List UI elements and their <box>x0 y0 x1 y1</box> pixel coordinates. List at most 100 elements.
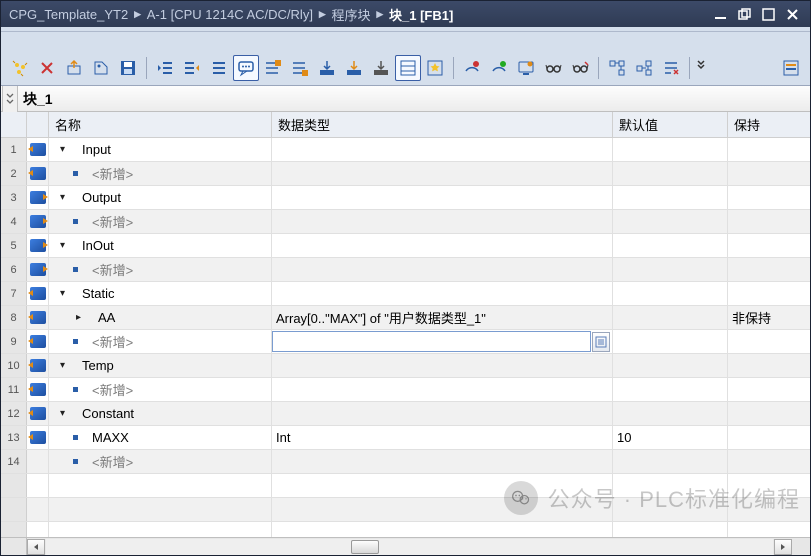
breadcrumb-item[interactable]: A-1 [CPU 1214C AC/DC/Rly] <box>147 7 313 22</box>
tool-dependency-icon[interactable] <box>631 55 657 81</box>
default-cell[interactable] <box>613 234 728 257</box>
tool-monitor-icon[interactable] <box>513 55 539 81</box>
tool-insert-row-b-icon[interactable] <box>287 55 313 81</box>
default-cell[interactable] <box>613 450 728 473</box>
name-cell[interactable]: MAXX <box>49 426 272 449</box>
horizontal-scrollbar[interactable] <box>1 537 810 555</box>
retain-cell[interactable] <box>728 378 810 401</box>
row-number[interactable]: 13 <box>1 426 27 449</box>
tool-favorite-icon[interactable] <box>422 55 448 81</box>
row-number[interactable]: 7 <box>1 282 27 305</box>
table-row[interactable]: 11 <新增> <box>1 378 810 402</box>
table-row[interactable]: 1 ▾Input <box>1 138 810 162</box>
default-cell[interactable] <box>613 186 728 209</box>
datatype-cell[interactable] <box>272 378 613 401</box>
tool-go-online-icon[interactable] <box>459 55 485 81</box>
retain-cell[interactable] <box>728 186 810 209</box>
default-cell[interactable] <box>613 402 728 425</box>
col-datatype[interactable]: 数据类型 <box>272 112 613 137</box>
row-number[interactable]: 1 <box>1 138 27 161</box>
datatype-input[interactable] <box>272 331 591 352</box>
tool-view-list-icon[interactable] <box>395 55 421 81</box>
tool-properties-icon[interactable] <box>778 55 804 81</box>
name-cell[interactable]: ▸AA <box>49 306 272 329</box>
table-row[interactable]: 5 ▾InOut <box>1 234 810 258</box>
retain-cell[interactable] <box>728 210 810 233</box>
name-cell[interactable]: ▾Input <box>49 138 272 161</box>
default-cell[interactable] <box>613 258 728 281</box>
chevron-down-icon[interactable]: ▾ <box>57 240 68 251</box>
tool-indent-icon[interactable] <box>179 55 205 81</box>
datatype-cell[interactable] <box>272 234 613 257</box>
default-cell[interactable] <box>613 378 728 401</box>
default-cell[interactable] <box>613 210 728 233</box>
name-cell[interactable]: ▾InOut <box>49 234 272 257</box>
name-cell[interactable]: <新增> <box>49 378 272 401</box>
name-cell[interactable]: ▾Temp <box>49 354 272 377</box>
row-number[interactable]: 3 <box>1 186 27 209</box>
datatype-dropdown-button[interactable] <box>592 332 610 352</box>
table-row[interactable]: 13 MAXXInt10 <box>1 426 810 450</box>
retain-cell[interactable] <box>728 354 810 377</box>
col-name[interactable]: 名称 <box>49 112 272 137</box>
minimize-button[interactable] <box>708 4 732 24</box>
scroll-thumb[interactable] <box>351 540 379 554</box>
default-cell[interactable] <box>613 330 728 353</box>
default-cell[interactable] <box>613 282 728 305</box>
datatype-cell[interactable]: Int <box>272 426 613 449</box>
tool-download-b-icon[interactable] <box>341 55 367 81</box>
tool-overflow-icon[interactable] <box>695 55 707 81</box>
chevron-right-icon[interactable]: ▸ <box>73 312 84 323</box>
col-default[interactable]: 默认值 <box>613 112 728 137</box>
tool-insert-row-a-icon[interactable] <box>260 55 286 81</box>
chevron-down-icon[interactable]: ▾ <box>57 144 68 155</box>
datatype-cell[interactable] <box>272 138 613 161</box>
tool-download-a-icon[interactable] <box>314 55 340 81</box>
row-number[interactable]: 8 <box>1 306 27 329</box>
datatype-cell[interactable] <box>272 258 613 281</box>
table-row[interactable]: 8▸AAArray[0.."MAX"] of "用户数据类型_1"非保持 <box>1 306 810 330</box>
expand-handle-icon[interactable] <box>2 86 18 112</box>
datatype-cell[interactable] <box>272 402 613 425</box>
datatype-cell[interactable] <box>272 210 613 233</box>
col-retain[interactable]: 保持 <box>728 112 810 137</box>
row-number[interactable]: 6 <box>1 258 27 281</box>
row-number[interactable]: 4 <box>1 210 27 233</box>
table-row[interactable]: 3 ▾Output <box>1 186 810 210</box>
tool-tag-icon[interactable] <box>88 55 114 81</box>
name-cell[interactable]: <新增> <box>49 162 272 185</box>
row-number[interactable]: 5 <box>1 234 27 257</box>
default-cell[interactable] <box>613 306 728 329</box>
tool-glasses-alt-icon[interactable] <box>567 55 593 81</box>
table-row[interactable]: 9<新增> <box>1 330 810 354</box>
retain-cell[interactable] <box>728 330 810 353</box>
breadcrumb-item[interactable]: 程序块 <box>331 5 370 24</box>
default-cell[interactable] <box>613 138 728 161</box>
datatype-cell[interactable] <box>272 450 613 473</box>
tool-glasses-icon[interactable] <box>540 55 566 81</box>
name-cell[interactable]: <新增> <box>49 330 272 353</box>
table-row[interactable]: 14<新增> <box>1 450 810 474</box>
table-row[interactable]: 6<新增> <box>1 258 810 282</box>
name-cell[interactable]: <新增> <box>49 450 272 473</box>
maximize-button[interactable] <box>756 4 780 24</box>
tool-save-icon[interactable] <box>115 55 141 81</box>
retain-cell[interactable] <box>728 138 810 161</box>
tool-delete-icon[interactable] <box>34 55 60 81</box>
chevron-down-icon[interactable]: ▾ <box>57 360 68 371</box>
table-row[interactable]: 7▾Static <box>1 282 810 306</box>
tool-new-sparkle-icon[interactable] <box>7 55 33 81</box>
row-number[interactable]: 10 <box>1 354 27 377</box>
table-row[interactable]: 10 ▾Temp <box>1 354 810 378</box>
default-cell[interactable] <box>613 162 728 185</box>
tool-comment-icon[interactable] <box>233 55 259 81</box>
retain-cell[interactable]: 非保持 <box>728 306 810 329</box>
scroll-right-button[interactable] <box>774 539 792 555</box>
retain-cell[interactable] <box>728 282 810 305</box>
close-button[interactable] <box>780 4 804 24</box>
row-number[interactable]: 11 <box>1 378 27 401</box>
default-cell[interactable]: 10 <box>613 426 728 449</box>
name-cell[interactable]: ▾Output <box>49 186 272 209</box>
retain-cell[interactable] <box>728 258 810 281</box>
tool-go-offline-icon[interactable] <box>486 55 512 81</box>
